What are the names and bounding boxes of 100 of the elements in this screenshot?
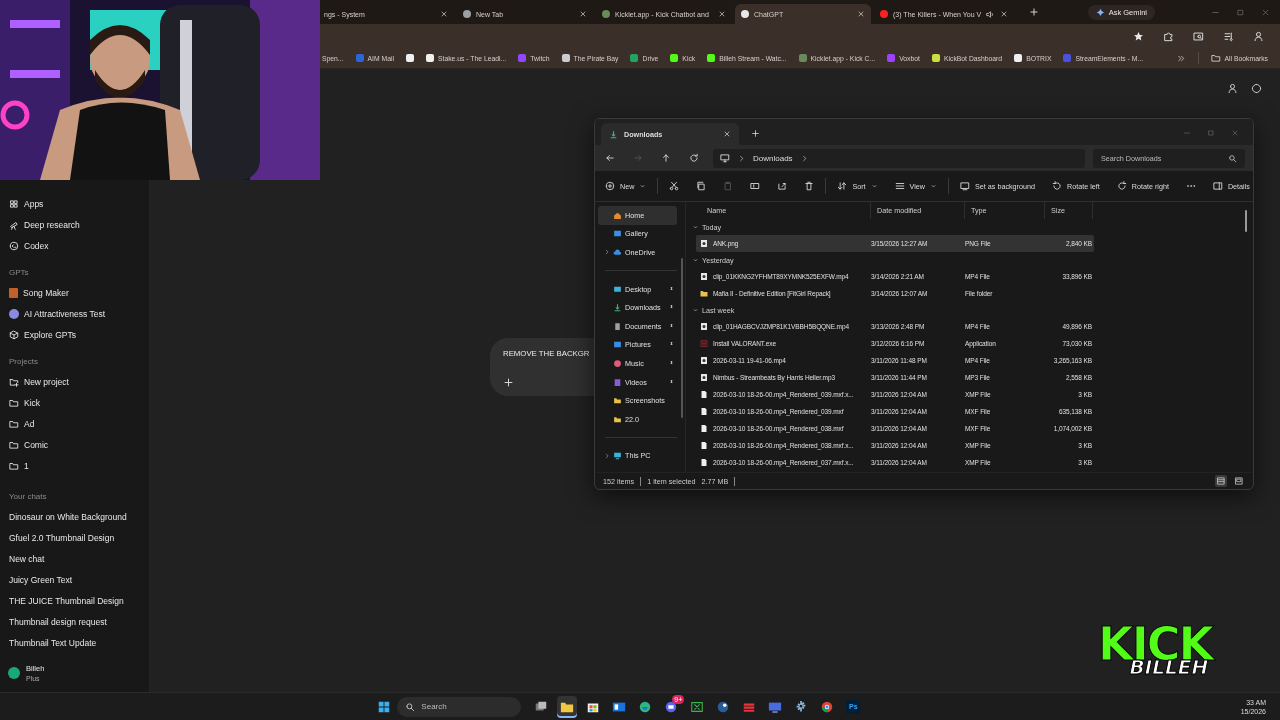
sidebar-item[interactable]: Comic — [9, 434, 149, 455]
avatar[interactable] — [8, 667, 20, 679]
picture-icon — [613, 340, 622, 350]
caret-icon — [639, 182, 647, 190]
address-bar[interactable]: Downloads — [713, 148, 1085, 168]
folder-icon — [700, 289, 708, 298]
rename-icon[interactable] — [750, 181, 761, 191]
folder-icon — [9, 460, 19, 471]
tiles-view-icon[interactable] — [1233, 475, 1245, 487]
monitor-icon — [720, 153, 730, 163]
copy-icon[interactable] — [696, 181, 707, 191]
view-lines-icon — [894, 181, 905, 191]
folder-icon — [9, 418, 19, 429]
scissors-icon[interactable] — [669, 181, 680, 191]
document-icon — [613, 321, 622, 331]
sidebar-item[interactable]: Explore GPTs — [9, 324, 149, 345]
sidebar-item[interactable]: Apps — [9, 193, 149, 214]
desktop-icon — [613, 284, 622, 294]
media-file-icon — [700, 373, 708, 382]
search-icon — [1228, 153, 1237, 163]
refresh-icon[interactable] — [689, 153, 699, 163]
sidebar-item[interactable]: New project — [9, 371, 149, 392]
details-pane-icon — [1212, 181, 1223, 191]
start-icon[interactable] — [377, 699, 392, 714]
bookmark-icon[interactable] — [406, 54, 414, 62]
search-box[interactable]: Search — [397, 696, 522, 717]
avatar-icon — [9, 308, 19, 319]
expand-chevron-icon[interactable] — [604, 249, 610, 256]
pin-icon[interactable] — [668, 359, 675, 367]
media-file-icon — [700, 239, 708, 248]
rotate-right-icon — [1116, 181, 1127, 191]
taskbar-app[interactable] — [557, 695, 578, 718]
expand-chevron-icon[interactable] — [604, 452, 610, 459]
up-icon[interactable] — [661, 153, 671, 163]
scrollbar[interactable] — [1245, 210, 1247, 232]
caret-icon — [870, 182, 878, 190]
folder-icon — [1210, 53, 1221, 63]
new-tab-icon[interactable] — [751, 128, 760, 138]
search-icon — [405, 701, 416, 712]
sidebar-item[interactable]: Ad — [9, 413, 149, 434]
chat-item[interactable]: THE JUICE Thumbnail Design — [9, 590, 149, 611]
chat-item[interactable]: Juicy Green Text — [9, 569, 149, 590]
media-file-icon — [700, 322, 708, 331]
chevron-right-icon — [738, 154, 745, 162]
folder-icon — [9, 439, 19, 450]
media-file-icon — [700, 356, 708, 365]
folder-icon — [9, 397, 19, 408]
details-view-icon[interactable] — [1215, 475, 1227, 487]
caret-icon — [930, 182, 938, 190]
monitor-icon — [960, 181, 971, 191]
chevron-right-icon — [800, 154, 808, 162]
chat-item[interactable]: Gfuel 2.0 Thumbnail Design — [9, 527, 149, 548]
share-icon[interactable] — [777, 181, 788, 191]
download-icon — [609, 129, 618, 139]
gallery-icon — [613, 229, 622, 239]
sort-icon — [837, 181, 848, 191]
sidebar-item[interactable]: 1 — [9, 455, 149, 476]
video-icon — [613, 377, 622, 387]
sidebar-item[interactable]: Song Maker — [9, 282, 149, 303]
section-heading: Your chats — [9, 490, 48, 503]
collapse-caret-icon — [692, 256, 699, 264]
person-icon[interactable] — [1227, 83, 1238, 94]
chat-item[interactable]: New chat — [9, 548, 149, 569]
tab-search-icon[interactable] — [1193, 30, 1204, 42]
download-icon — [613, 303, 622, 313]
sidebar-item[interactable]: Deep research — [9, 214, 149, 235]
cube-icon — [9, 329, 19, 340]
plus-icon[interactable] — [503, 377, 514, 388]
more-bookmarks-icon[interactable] — [1176, 53, 1186, 63]
sidebar-item[interactable]: Kick — [9, 392, 149, 413]
new-tab-icon[interactable] — [1029, 7, 1040, 17]
collapse-caret-icon — [692, 223, 699, 231]
pin-icon[interactable] — [668, 378, 675, 386]
pin-icon[interactable] — [668, 322, 675, 330]
installer-icon — [700, 339, 708, 348]
telescope-icon — [9, 219, 19, 230]
music-icon — [613, 358, 622, 368]
section-heading: GPTs — [9, 266, 30, 279]
trash-icon[interactable] — [804, 181, 815, 191]
profile-icon[interactable] — [1253, 30, 1264, 42]
extensions-icon[interactable] — [1163, 30, 1174, 42]
star-icon[interactable] — [1133, 30, 1144, 42]
scrollbar[interactable] — [681, 258, 683, 418]
chat-item[interactable]: Thumbnail design request — [9, 611, 149, 632]
task-view-icon — [534, 699, 549, 714]
sidebar-item[interactable]: AI Attractiveness Test — [9, 303, 149, 324]
chat-item[interactable]: Dinosaur on White Background — [9, 506, 149, 527]
sparkle-icon — [1095, 7, 1105, 17]
collapse-caret-icon — [692, 306, 699, 314]
back-icon[interactable] — [605, 153, 615, 163]
sidebar-item[interactable]: Codex — [9, 235, 149, 256]
chat-item[interactable]: Thumbnail Text Update — [9, 632, 149, 653]
media-controls-icon[interactable] — [1223, 30, 1234, 42]
speaker-icon[interactable] — [986, 9, 996, 19]
cloud-icon — [613, 248, 622, 257]
close-icon[interactable] — [1000, 10, 1009, 18]
computer-icon — [613, 451, 622, 461]
rotate-left-icon — [1051, 181, 1062, 191]
home-icon — [613, 210, 622, 220]
pin-icon[interactable] — [668, 285, 675, 293]
